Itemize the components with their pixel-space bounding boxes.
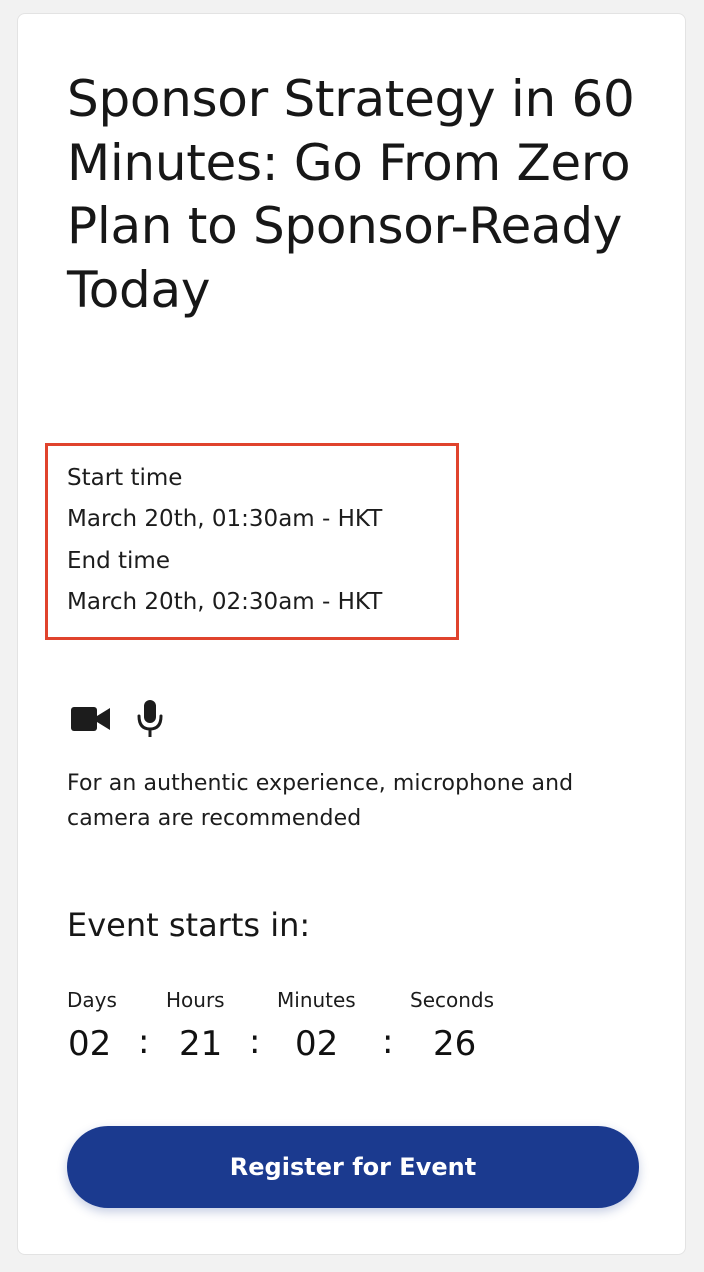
countdown-separator: : <box>382 1022 394 1062</box>
microphone-icon <box>135 699 165 743</box>
countdown-hours-value: 21 <box>179 1024 223 1064</box>
countdown-minutes-value: 02 <box>295 1024 339 1064</box>
av-recommendation-text: For an authentic experience, microphone … <box>67 771 574 831</box>
camera-icon <box>71 705 111 737</box>
countdown-heading: Event starts in: <box>67 906 311 944</box>
start-time-label: Start time <box>67 465 183 491</box>
countdown-separator: : <box>138 1022 150 1062</box>
countdown-minutes-label: Minutes <box>277 988 356 1012</box>
countdown-days-value: 02 <box>68 1024 112 1064</box>
end-time-label: End time <box>67 548 170 574</box>
countdown-seconds-label: Seconds <box>410 988 495 1012</box>
countdown-separator: : <box>249 1022 261 1062</box>
start-time-value: March 20th, 01:30am - HKT <box>67 506 383 532</box>
register-button[interactable]: Register for Event <box>67 1126 639 1208</box>
countdown-days-label: Days <box>67 988 117 1012</box>
event-title: Sponsor Strategy in 60 Minutes: Go From … <box>67 70 635 319</box>
device-icons <box>71 700 165 742</box>
countdown-hours-label: Hours <box>166 988 225 1012</box>
end-time-value: March 20th, 02:30am - HKT <box>67 589 383 615</box>
countdown-seconds-value: 26 <box>433 1024 477 1064</box>
event-card: Sponsor Strategy in 60 Minutes: Go From … <box>17 13 686 1255</box>
